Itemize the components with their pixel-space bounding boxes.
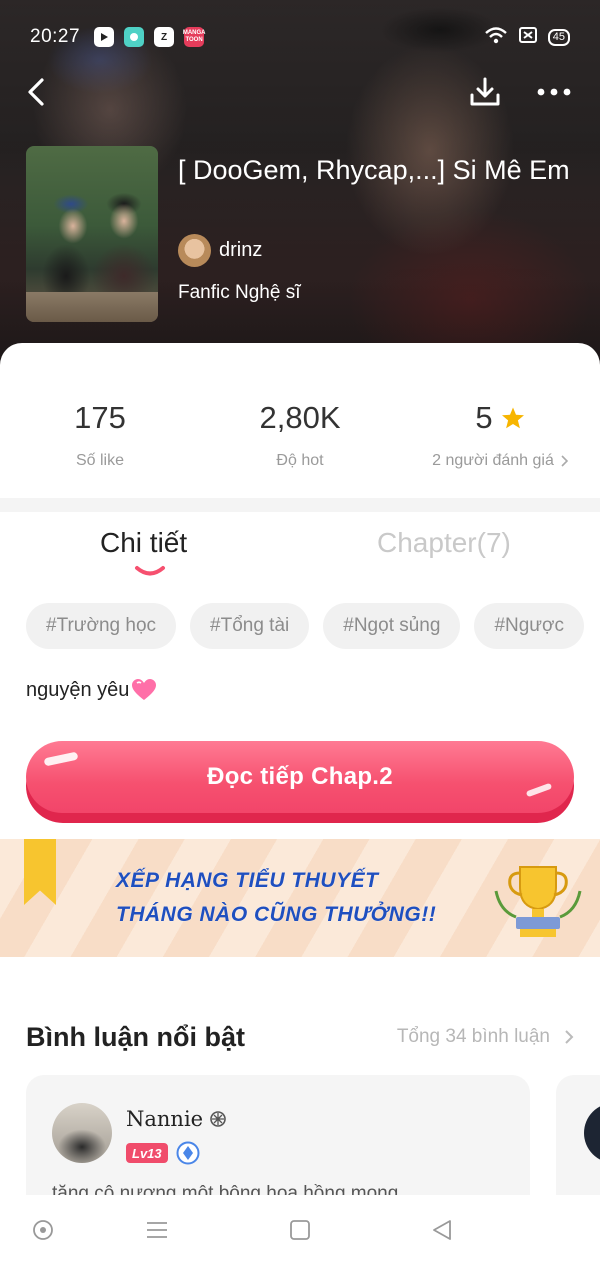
commenter-badges: Lv13 [126, 1141, 200, 1165]
tab-chapters[interactable]: Chapter(7) [377, 527, 511, 559]
pink-heart-icon [132, 679, 157, 700]
home-square-icon[interactable] [289, 1219, 311, 1241]
download-icon [470, 77, 500, 106]
active-tab-indicator [135, 566, 165, 576]
book-title: [ DooGem, Rhycap,...] Si Mê Em [178, 155, 570, 185]
bookmark-ribbon-icon [24, 839, 56, 905]
tag-list: #Trường học #Tổng tài #Ngọt sủng #Ngược [26, 603, 600, 651]
chevron-right-icon [565, 1030, 574, 1044]
likes-stat: 175 Số like [0, 398, 200, 470]
menu-icon[interactable] [146, 1219, 168, 1241]
back-triangle-icon[interactable] [431, 1219, 453, 1241]
comments-total-label: Tổng 34 bình luận [396, 1026, 550, 1047]
tag-chip[interactable]: #Tổng tài [190, 603, 310, 649]
chevron-right-icon [561, 455, 568, 467]
chevron-left-icon [28, 78, 44, 106]
content-sheet: 175 Số like 2,80K Độ hot 5 2 người đánh … [0, 343, 600, 1267]
hot-label: Độ hot [276, 452, 324, 469]
video-app-icon [94, 27, 115, 47]
author-avatar [178, 234, 211, 267]
no-sim-icon [518, 26, 538, 49]
book-cover-image [26, 146, 158, 322]
trophy-icon [494, 866, 582, 937]
assistant-circle-icon[interactable] [32, 1219, 54, 1241]
status-time: 20:27 [30, 26, 81, 47]
tag-chip[interactable]: #Ngọt sủng [323, 603, 461, 649]
commenter-name-row: Nannie [126, 1107, 227, 1131]
tab-details[interactable]: Chi tiết [100, 527, 187, 559]
status-app-icons: Z MANGA TOON [94, 27, 206, 47]
all-comments-link[interactable]: Tổng 34 bình luận [397, 1026, 574, 1048]
wifi-icon [484, 26, 508, 49]
author-link[interactable]: drinz [178, 234, 262, 267]
rating-value: 5 [475, 400, 493, 435]
mangatoon-app-icon: MANGA TOON [183, 27, 206, 47]
hot-value: 2,80K [259, 400, 341, 435]
rating-stat[interactable]: 5 2 người đánh giá [400, 398, 600, 470]
comment-card[interactable]: Nannie Lv13 tặng cô nương một bông hoa h… [26, 1075, 530, 1215]
top-navigation [24, 70, 572, 114]
rating-count-label: 2 người đánh giá [432, 452, 554, 469]
author-name: drinz [219, 239, 263, 261]
novel-ranking-banner[interactable]: XẾP HẠNG TIỂU THUYẾT THÁNG NÀO CŨNG THƯỞ… [0, 839, 600, 957]
section-divider [0, 498, 600, 512]
stats-row: 175 Số like 2,80K Độ hot 5 2 người đánh … [0, 398, 600, 488]
rating-value-row: 5 [400, 398, 600, 438]
commenter-avatar[interactable] [52, 1103, 112, 1163]
featured-comments-header: Bình luận nổi bật Tổng 34 bình luận [26, 1017, 574, 1057]
level-badge: Lv13 [126, 1143, 168, 1163]
battery-indicator: 45 [547, 28, 570, 46]
description-text: nguyện yêu [26, 678, 130, 701]
featured-comments-title: Bình luận nổi bật [26, 1021, 245, 1052]
snowflake-icon [210, 1111, 226, 1127]
back-button[interactable] [24, 76, 48, 108]
commenter-avatar[interactable] [584, 1103, 600, 1163]
more-dots-icon [537, 88, 571, 96]
system-navigation-bar [0, 1195, 600, 1267]
tab-bar: Chi tiết Chapter(7) [0, 523, 600, 583]
banner-line-1: XẾP HẠNG TIỂU THUYẾT [116, 869, 379, 892]
rating-count[interactable]: 2 người đánh giá [400, 452, 600, 470]
chat-app-icon [124, 27, 145, 47]
book-description: nguyện yêu [26, 678, 157, 702]
download-button[interactable] [468, 75, 502, 109]
book-genre: Fanfic Nghệ sĩ [178, 282, 301, 303]
zalo-app-icon: Z [154, 27, 175, 47]
continue-reading-label: Đọc tiếp Chap.2 [26, 741, 574, 813]
tag-chip[interactable]: #Ngược [474, 603, 584, 649]
gem-badge-icon [176, 1141, 200, 1165]
continue-reading-button[interactable]: Đọc tiếp Chap.2 [26, 741, 574, 823]
banner-line-2: THÁNG NÀO CŨNG THƯỞNG!! [116, 903, 437, 926]
hot-stat: 2,80K Độ hot [200, 398, 400, 470]
more-options-button[interactable] [536, 87, 572, 97]
likes-value: 175 [74, 400, 126, 435]
likes-label: Số like [75, 452, 125, 469]
star-icon [501, 407, 524, 429]
tag-chip[interactable]: #Trường học [26, 603, 177, 649]
status-bar: 20:27 Z MANGA TOON 45 [30, 22, 570, 52]
comment-card-next[interactable] [556, 1075, 600, 1215]
commenter-name: Nannie [126, 1107, 204, 1131]
